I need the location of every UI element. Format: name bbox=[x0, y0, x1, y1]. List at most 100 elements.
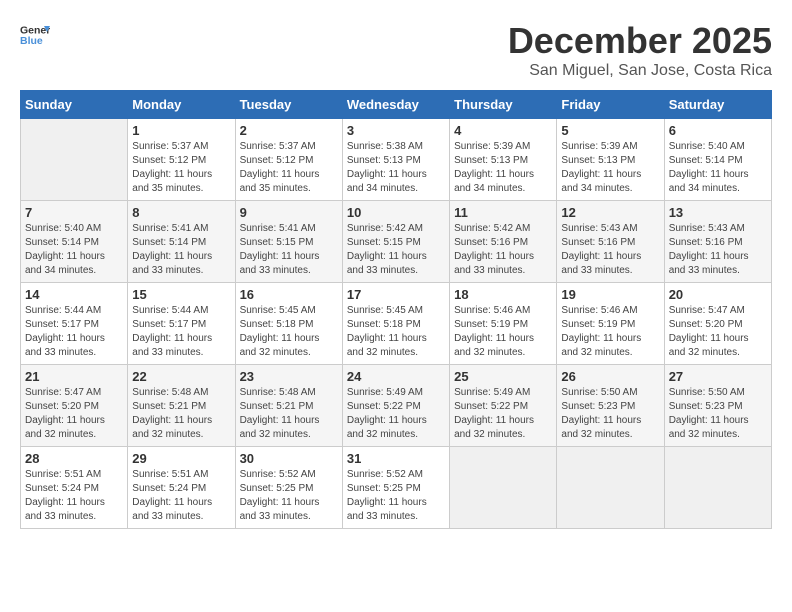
title-area: December 2025 San Miguel, San Jose, Cost… bbox=[508, 20, 772, 80]
calendar-cell: 4 Sunrise: 5:39 AMSunset: 5:13 PMDaylight… bbox=[450, 119, 557, 201]
day-info: Sunrise: 5:41 AMSunset: 5:14 PMDaylight:… bbox=[132, 222, 230, 278]
header-cell-friday: Friday bbox=[557, 91, 664, 119]
day-info: Sunrise: 5:40 AMSunset: 5:14 PMDaylight:… bbox=[669, 140, 767, 196]
location-title: San Miguel, San Jose, Costa Rica bbox=[508, 62, 772, 80]
day-number: 10 bbox=[347, 205, 445, 220]
logo: General Blue bbox=[20, 20, 50, 50]
day-info: Sunrise: 5:47 AMSunset: 5:20 PMDaylight:… bbox=[669, 304, 767, 360]
header-cell-monday: Monday bbox=[128, 91, 235, 119]
day-number: 17 bbox=[347, 287, 445, 302]
day-number: 1 bbox=[132, 123, 230, 138]
calendar-cell: 28Sunrise: 5:51 AMSunset: 5:24 PMDayligh… bbox=[21, 447, 128, 529]
header-cell-thursday: Thursday bbox=[450, 91, 557, 119]
day-info: Sunrise: 5:49 AMSunset: 5:22 PMDaylight:… bbox=[347, 386, 445, 442]
calendar-cell: 1 Sunrise: 5:37 AMSunset: 5:12 PMDaylight… bbox=[128, 119, 235, 201]
calendar-cell: 13 Sunrise: 5:43 AMSunset: 5:16 PMDayligh… bbox=[664, 201, 771, 283]
day-info: Sunrise: 5:39 AMSunset: 5:13 PMDaylight:… bbox=[454, 140, 552, 196]
header-cell-sunday: Sunday bbox=[21, 91, 128, 119]
day-info: Sunrise: 5:43 AMSunset: 5:16 PMDaylight:… bbox=[669, 222, 767, 278]
day-number: 26 bbox=[561, 369, 659, 384]
day-number: 4 bbox=[454, 123, 552, 138]
calendar-cell: 15Sunrise: 5:44 AMSunset: 5:17 PMDayligh… bbox=[128, 283, 235, 365]
day-number: 7 bbox=[25, 205, 123, 220]
day-info: Sunrise: 5:43 AMSunset: 5:16 PMDaylight:… bbox=[561, 222, 659, 278]
day-info: Sunrise: 5:50 AMSunset: 5:23 PMDaylight:… bbox=[561, 386, 659, 442]
day-info: Sunrise: 5:40 AMSunset: 5:14 PMDaylight:… bbox=[25, 222, 123, 278]
header-cell-saturday: Saturday bbox=[664, 91, 771, 119]
calendar-cell: 22Sunrise: 5:48 AMSunset: 5:21 PMDayligh… bbox=[128, 365, 235, 447]
day-number: 30 bbox=[240, 451, 338, 466]
day-info: Sunrise: 5:46 AMSunset: 5:19 PMDaylight:… bbox=[561, 304, 659, 360]
week-row-1: 1 Sunrise: 5:37 AMSunset: 5:12 PMDaylight… bbox=[21, 119, 772, 201]
calendar-cell: 21 Sunrise: 5:47 AMSunset: 5:20 PMDayligh… bbox=[21, 365, 128, 447]
day-info: Sunrise: 5:42 AMSunset: 5:15 PMDaylight:… bbox=[347, 222, 445, 278]
week-row-5: 28Sunrise: 5:51 AMSunset: 5:24 PMDayligh… bbox=[21, 447, 772, 529]
calendar-body: 1 Sunrise: 5:37 AMSunset: 5:12 PMDaylight… bbox=[21, 119, 772, 529]
day-number: 13 bbox=[669, 205, 767, 220]
day-number: 29 bbox=[132, 451, 230, 466]
week-row-3: 14 Sunrise: 5:44 AMSunset: 5:17 PMDayligh… bbox=[21, 283, 772, 365]
day-number: 21 bbox=[25, 369, 123, 384]
calendar-cell: 5Sunrise: 5:39 AMSunset: 5:13 PMDaylight… bbox=[557, 119, 664, 201]
day-info: Sunrise: 5:38 AMSunset: 5:13 PMDaylight:… bbox=[347, 140, 445, 196]
day-info: Sunrise: 5:52 AMSunset: 5:25 PMDaylight:… bbox=[347, 468, 445, 524]
calendar-cell bbox=[557, 447, 664, 529]
calendar-cell bbox=[664, 447, 771, 529]
day-number: 2 bbox=[240, 123, 338, 138]
calendar-cell: 18 Sunrise: 5:46 AMSunset: 5:19 PMDayligh… bbox=[450, 283, 557, 365]
logo-icon: General Blue bbox=[20, 20, 50, 50]
calendar-cell: 24Sunrise: 5:49 AMSunset: 5:22 PMDayligh… bbox=[342, 365, 449, 447]
calendar-cell: 26 Sunrise: 5:50 AMSunset: 5:23 PMDayligh… bbox=[557, 365, 664, 447]
day-info: Sunrise: 5:48 AMSunset: 5:21 PMDaylight:… bbox=[240, 386, 338, 442]
calendar-cell: 11 Sunrise: 5:42 AMSunset: 5:16 PMDayligh… bbox=[450, 201, 557, 283]
calendar-cell bbox=[21, 119, 128, 201]
day-info: Sunrise: 5:37 AMSunset: 5:12 PMDaylight:… bbox=[240, 140, 338, 196]
calendar-cell: 20 Sunrise: 5:47 AMSunset: 5:20 PMDayligh… bbox=[664, 283, 771, 365]
day-number: 31 bbox=[347, 451, 445, 466]
day-number: 19 bbox=[561, 287, 659, 302]
day-number: 20 bbox=[669, 287, 767, 302]
day-number: 8 bbox=[132, 205, 230, 220]
calendar-header: SundayMondayTuesdayWednesdayThursdayFrid… bbox=[21, 91, 772, 119]
calendar-cell: 14 Sunrise: 5:44 AMSunset: 5:17 PMDayligh… bbox=[21, 283, 128, 365]
calendar-cell: 9 Sunrise: 5:41 AMSunset: 5:15 PMDaylight… bbox=[235, 201, 342, 283]
day-info: Sunrise: 5:47 AMSunset: 5:20 PMDaylight:… bbox=[25, 386, 123, 442]
day-number: 3 bbox=[347, 123, 445, 138]
day-number: 27 bbox=[669, 369, 767, 384]
calendar-cell: 7 Sunrise: 5:40 AMSunset: 5:14 PMDaylight… bbox=[21, 201, 128, 283]
calendar-cell: 17 Sunrise: 5:45 AMSunset: 5:18 PMDayligh… bbox=[342, 283, 449, 365]
day-info: Sunrise: 5:37 AMSunset: 5:12 PMDaylight:… bbox=[132, 140, 230, 196]
calendar-cell: 8 Sunrise: 5:41 AMSunset: 5:14 PMDaylight… bbox=[128, 201, 235, 283]
calendar-cell: 12 Sunrise: 5:43 AMSunset: 5:16 PMDayligh… bbox=[557, 201, 664, 283]
day-info: Sunrise: 5:52 AMSunset: 5:25 PMDaylight:… bbox=[240, 468, 338, 524]
week-row-2: 7 Sunrise: 5:40 AMSunset: 5:14 PMDaylight… bbox=[21, 201, 772, 283]
calendar-cell: 23 Sunrise: 5:48 AMSunset: 5:21 PMDayligh… bbox=[235, 365, 342, 447]
day-info: Sunrise: 5:50 AMSunset: 5:23 PMDaylight:… bbox=[669, 386, 767, 442]
day-info: Sunrise: 5:49 AMSunset: 5:22 PMDaylight:… bbox=[454, 386, 552, 442]
day-info: Sunrise: 5:51 AMSunset: 5:24 PMDaylight:… bbox=[132, 468, 230, 524]
day-info: Sunrise: 5:41 AMSunset: 5:15 PMDaylight:… bbox=[240, 222, 338, 278]
day-number: 16 bbox=[240, 287, 338, 302]
calendar-cell: 10 Sunrise: 5:42 AMSunset: 5:15 PMDayligh… bbox=[342, 201, 449, 283]
day-info: Sunrise: 5:44 AMSunset: 5:17 PMDaylight:… bbox=[132, 304, 230, 360]
day-number: 14 bbox=[25, 287, 123, 302]
svg-text:Blue: Blue bbox=[20, 35, 43, 47]
day-info: Sunrise: 5:46 AMSunset: 5:19 PMDaylight:… bbox=[454, 304, 552, 360]
day-number: 22 bbox=[132, 369, 230, 384]
day-info: Sunrise: 5:45 AMSunset: 5:18 PMDaylight:… bbox=[347, 304, 445, 360]
calendar-cell: 30 Sunrise: 5:52 AMSunset: 5:25 PMDayligh… bbox=[235, 447, 342, 529]
day-number: 25 bbox=[454, 369, 552, 384]
calendar-cell: 31 Sunrise: 5:52 AMSunset: 5:25 PMDayligh… bbox=[342, 447, 449, 529]
calendar-table: SundayMondayTuesdayWednesdayThursdayFrid… bbox=[20, 90, 772, 529]
day-number: 12 bbox=[561, 205, 659, 220]
calendar-cell: 27 Sunrise: 5:50 AMSunset: 5:23 PMDayligh… bbox=[664, 365, 771, 447]
calendar-cell: 25 Sunrise: 5:49 AMSunset: 5:22 PMDayligh… bbox=[450, 365, 557, 447]
day-number: 23 bbox=[240, 369, 338, 384]
calendar-cell: 29 Sunrise: 5:51 AMSunset: 5:24 PMDayligh… bbox=[128, 447, 235, 529]
day-info: Sunrise: 5:44 AMSunset: 5:17 PMDaylight:… bbox=[25, 304, 123, 360]
day-info: Sunrise: 5:42 AMSunset: 5:16 PMDaylight:… bbox=[454, 222, 552, 278]
day-number: 9 bbox=[240, 205, 338, 220]
day-number: 6 bbox=[669, 123, 767, 138]
day-number: 11 bbox=[454, 205, 552, 220]
day-number: 18 bbox=[454, 287, 552, 302]
